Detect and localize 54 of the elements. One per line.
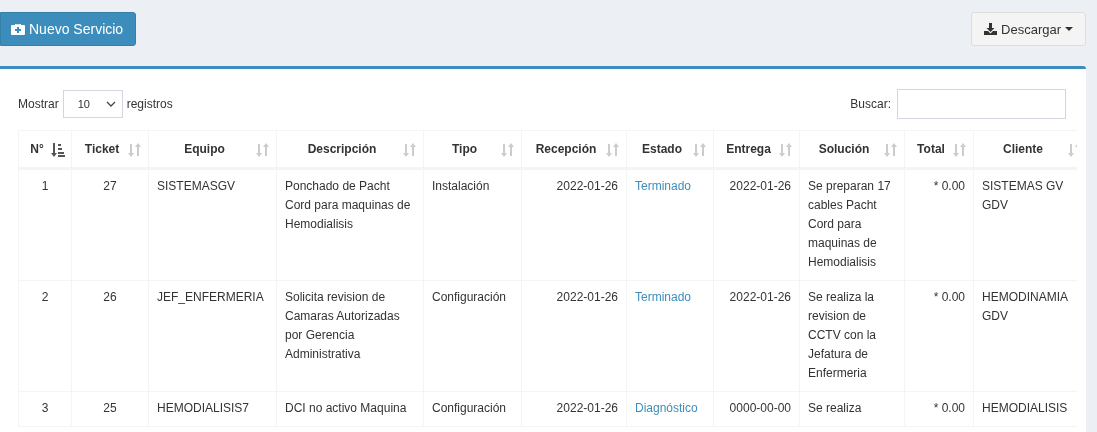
search-field[interactable] (897, 89, 1066, 119)
table-cell: 26 (103, 290, 117, 304)
table-cell: Se realiza la revision de CCTV con la Jefatura de Enfermeria (808, 290, 877, 380)
download-icon (984, 23, 998, 35)
table-cell: 2022-01-26 (729, 179, 791, 193)
table-cell: 1 (41, 179, 49, 193)
show-label: Mostrar (18, 97, 59, 111)
table-cell: Se preparan 17 cables Pacht Cord para maquinas de Hemodialisis (808, 179, 891, 269)
table-cell: HEMODINAMIA GDV (982, 290, 1068, 323)
table-cell: Instalación (432, 179, 490, 193)
table-cell: HEMODIALISIS (982, 401, 1068, 415)
table-cell: * 0.00 (933, 290, 965, 304)
table-cell: 2022-01-26 (556, 401, 618, 415)
table-cell: 2 (41, 290, 49, 304)
column-header[interactable]: Tipo (423, 130, 522, 169)
page-size-select[interactable]: 10 (62, 90, 123, 118)
table-cell: Ponchado de Pacht Cord para maquinas de Hemodialisis (285, 179, 411, 231)
table-cell: SISTEMAS GV GDV (982, 179, 1064, 212)
table-cell: 2022-01-26 (556, 179, 618, 193)
column-header[interactable]: Ticket (71, 130, 149, 169)
status-link[interactable]: Terminado (635, 290, 692, 304)
table-cell: 2022-01-26 (729, 290, 791, 304)
column-header[interactable]: Entrega (713, 130, 800, 169)
table-cell: 3 (41, 401, 49, 415)
table-cell: DCI no activo Maquina (285, 401, 407, 415)
table-cell: 25 (103, 401, 117, 415)
column-header[interactable]: Solución (799, 130, 905, 169)
table-cell: 2022-01-26 (556, 290, 618, 304)
table-cell: JEF_ENFERMERIA (157, 290, 264, 304)
column-header[interactable]: Equipo (148, 130, 277, 169)
table-cell: SISTEMASGV (157, 179, 236, 193)
download-button[interactable]: Descargar (971, 12, 1086, 46)
records-label: registros (126, 97, 173, 111)
column-header[interactable]: Descripción (276, 130, 424, 169)
table-cell: Se realiza (808, 401, 862, 415)
status-link[interactable]: Terminado (635, 179, 692, 193)
table-cell: HEMODIALISIS7 (157, 401, 250, 415)
caret-icon (1065, 26, 1073, 32)
medkit-icon (11, 23, 25, 35)
column-header[interactable]: Estado (626, 130, 714, 169)
column-header[interactable]: Recepción (521, 130, 627, 169)
table-cell: * 0.00 (933, 401, 965, 415)
table-cell: Configuración (432, 401, 507, 415)
table-cell: Configuración (432, 290, 507, 304)
new-service-button[interactable]: Nuevo Servicio (0, 12, 137, 46)
column-header[interactable]: Total (904, 130, 974, 169)
chevron-down-icon (105, 101, 116, 107)
table-cell: Solicita revision de Camaras Autorizadas por Gerencia Administrativa (285, 290, 400, 361)
table-cell: 27 (103, 179, 117, 193)
table-cell: 0000-00-00 (729, 401, 791, 415)
column-header[interactable]: N° (18, 130, 72, 169)
table-cell: * 0.00 (933, 179, 965, 193)
column-header[interactable]: Cliente (973, 130, 1077, 169)
search-label: Buscar: (850, 97, 891, 111)
